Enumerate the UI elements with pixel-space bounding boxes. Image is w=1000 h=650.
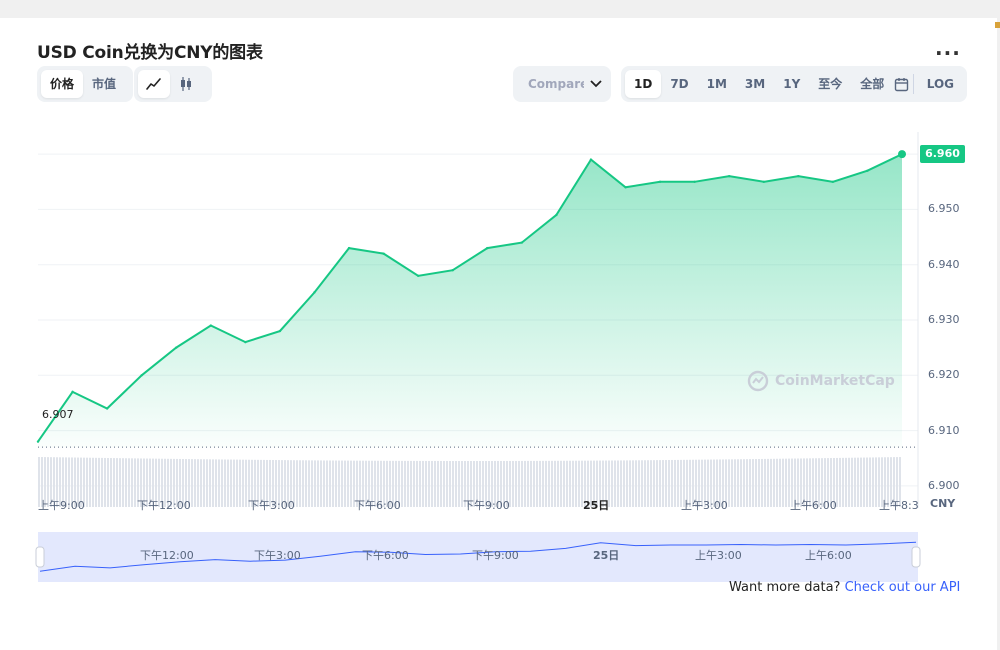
range-1d[interactable]: 1D xyxy=(625,70,662,98)
currency-label: CNY xyxy=(930,497,956,510)
price-tab[interactable]: 价格 xyxy=(41,70,84,98)
range-all[interactable]: 全部 xyxy=(851,70,893,98)
edge-mark xyxy=(995,22,1000,28)
y-tick-label: 6.920 xyxy=(928,368,960,382)
range-selector: 1D 7D 1M 3M 1Y 至今 全部 LOG xyxy=(621,66,967,102)
y-tick-label: 6.900 xyxy=(928,478,960,492)
log-scale-button[interactable]: LOG xyxy=(918,70,963,98)
chart-title: USD Coin兑换为CNY的图表 xyxy=(37,43,263,63)
more-options-button[interactable]: ... xyxy=(935,36,961,60)
range-ytd[interactable]: 至今 xyxy=(809,70,851,98)
range-7d[interactable]: 7D xyxy=(661,70,697,98)
x-tick-label: 下午6:00 xyxy=(354,499,401,512)
navigator-tick-label: 下午9:00 xyxy=(472,549,519,562)
coinmarketcap-logo-icon xyxy=(747,370,769,392)
x-tick-label: 上午3:00 xyxy=(681,499,728,512)
y-tick-label: 6.950 xyxy=(928,202,960,216)
x-tick-label: 上午6:00 xyxy=(790,499,837,512)
line-chart-icon[interactable] xyxy=(138,70,170,98)
candlestick-icon[interactable] xyxy=(170,70,202,98)
current-price-tag: 6.960 xyxy=(920,145,965,164)
x-tick-label: 下午9:00 xyxy=(463,499,510,512)
chevron-down-icon xyxy=(590,80,602,88)
navigator-tick-label: 下午6:00 xyxy=(362,549,409,562)
x-tick-label: 下午3:00 xyxy=(248,499,295,512)
range-1y[interactable]: 1Y xyxy=(774,70,809,98)
x-tick-label: 上午8:3 xyxy=(879,499,919,512)
calendar-icon[interactable] xyxy=(893,70,909,98)
range-1m[interactable]: 1M xyxy=(698,70,736,98)
compare-dropdown[interactable]: Compare with xyxy=(513,66,611,102)
y-tick-label: 6.910 xyxy=(928,423,960,437)
navigator-tick-label: 25日 xyxy=(593,549,620,562)
x-tick-label: 25日 xyxy=(583,499,610,512)
x-tick-label: 上午9:00 xyxy=(38,499,85,512)
y-tick-label: 6.930 xyxy=(928,313,960,326)
marketcap-tab[interactable]: 市值 xyxy=(83,70,125,98)
navigator-tick-label: 下午3:00 xyxy=(254,549,301,562)
price-marketcap-toggle: 价格 市值 xyxy=(37,66,133,102)
start-price-label: 6.907 xyxy=(42,408,74,421)
range-3m[interactable]: 3M xyxy=(736,70,774,98)
x-tick-label: 下午12:00 xyxy=(137,499,191,512)
chart-type-toggle xyxy=(134,66,212,102)
navigator-tick-label: 上午3:00 xyxy=(695,549,742,562)
range-divider xyxy=(913,74,914,94)
navigator-tick-label: 上午6:00 xyxy=(805,549,852,562)
api-link[interactable]: Check out our API xyxy=(845,580,961,595)
compare-label: Compare with xyxy=(528,77,584,91)
navigator-tick-label: 下午12:00 xyxy=(140,549,194,562)
watermark-text: CoinMarketCap xyxy=(775,373,895,389)
y-tick-label: 6.940 xyxy=(928,257,960,271)
api-promo: Want more data? Check out our API xyxy=(729,580,960,595)
api-promo-text: Want more data? xyxy=(729,580,841,595)
coinmarketcap-watermark: CoinMarketCap xyxy=(747,370,895,392)
